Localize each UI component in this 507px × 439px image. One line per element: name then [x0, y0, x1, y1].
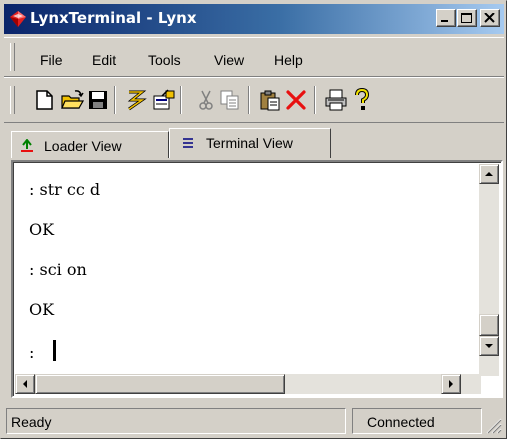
terminal-line: : str cc d — [29, 180, 101, 199]
menu-help[interactable]: Help — [274, 52, 303, 68]
tab-loader-label: Loader View — [44, 138, 122, 154]
toolbar — [4, 77, 504, 123]
arrow-up-icon — [485, 172, 493, 176]
maximize-icon — [461, 13, 472, 23]
menu-file[interactable]: File — [40, 52, 63, 68]
app-logo-icon — [10, 11, 26, 27]
scroll-up-button[interactable] — [479, 164, 499, 184]
connection-status-pane: Connected — [352, 408, 482, 434]
help-icon[interactable] — [350, 88, 374, 112]
menu-bar: File Edit Tools View Help — [4, 37, 504, 77]
toolbar-separator — [180, 86, 182, 114]
window-title: LynxTerminal - Lynx — [30, 9, 197, 27]
maximize-button[interactable] — [457, 9, 477, 27]
text-cursor — [53, 340, 56, 361]
print-icon[interactable] — [324, 88, 348, 112]
close-button[interactable] — [480, 9, 500, 27]
terminal-line: OK — [29, 220, 55, 239]
terminal-line: OK — [29, 300, 55, 319]
scroll-down-button[interactable] — [479, 336, 499, 356]
app-window: LynxTerminal - Lynx File Edit Tools View… — [0, 0, 507, 439]
open-icon[interactable] — [60, 88, 84, 112]
connect-icon[interactable] — [124, 88, 148, 112]
copy-icon[interactable] — [218, 88, 242, 112]
scroll-left-button[interactable] — [15, 374, 35, 394]
terminal-line: : sci on — [29, 260, 87, 279]
scroll-right-button[interactable] — [441, 374, 461, 394]
menu-edit[interactable]: Edit — [92, 52, 116, 68]
vertical-scrollbar[interactable] — [479, 164, 499, 376]
settings-icon[interactable] — [152, 88, 176, 112]
paste-icon[interactable] — [258, 88, 282, 112]
horizontal-scroll-thumb[interactable] — [35, 374, 285, 394]
horizontal-scrollbar[interactable] — [15, 374, 481, 394]
delete-icon[interactable] — [284, 88, 308, 112]
cut-icon[interactable] — [194, 88, 218, 112]
minimize-button[interactable] — [436, 9, 456, 27]
new-icon[interactable] — [32, 88, 56, 112]
arrow-left-icon — [23, 380, 27, 388]
tab-terminal-label: Terminal View — [206, 135, 293, 151]
terminal-prompt: : — [29, 343, 40, 362]
connection-status: Connected — [367, 414, 435, 430]
save-icon[interactable] — [86, 88, 110, 112]
close-icon — [484, 13, 495, 23]
minimize-icon — [441, 20, 448, 22]
tab-terminal-view[interactable]: Terminal View — [169, 128, 331, 158]
status-bar: Ready Connected — [4, 406, 504, 436]
loader-icon — [21, 139, 33, 152]
menu-tools[interactable]: Tools — [148, 52, 181, 68]
menubar-grip[interactable] — [10, 43, 15, 71]
toolbar-grip[interactable] — [10, 86, 15, 114]
resize-grip-icon[interactable] — [484, 416, 502, 434]
toolbar-separator — [248, 86, 250, 114]
arrow-right-icon — [449, 380, 453, 388]
arrow-down-icon — [485, 344, 493, 348]
toolbar-separator — [314, 86, 316, 114]
view-tabs: Loader View Terminal View — [11, 128, 501, 161]
status-message: Ready — [11, 414, 52, 430]
toolbar-separator — [114, 86, 116, 114]
vertical-scroll-thumb[interactable] — [479, 314, 499, 336]
title-bar[interactable]: LynxTerminal - Lynx — [4, 4, 504, 34]
terminal-icon — [183, 138, 193, 148]
menu-view[interactable]: View — [214, 52, 244, 68]
terminal-panel[interactable]: : str cc d OK : sci on OK : — [11, 160, 503, 398]
tab-loader-view[interactable]: Loader View — [11, 131, 169, 158]
status-message-pane: Ready — [6, 408, 346, 434]
